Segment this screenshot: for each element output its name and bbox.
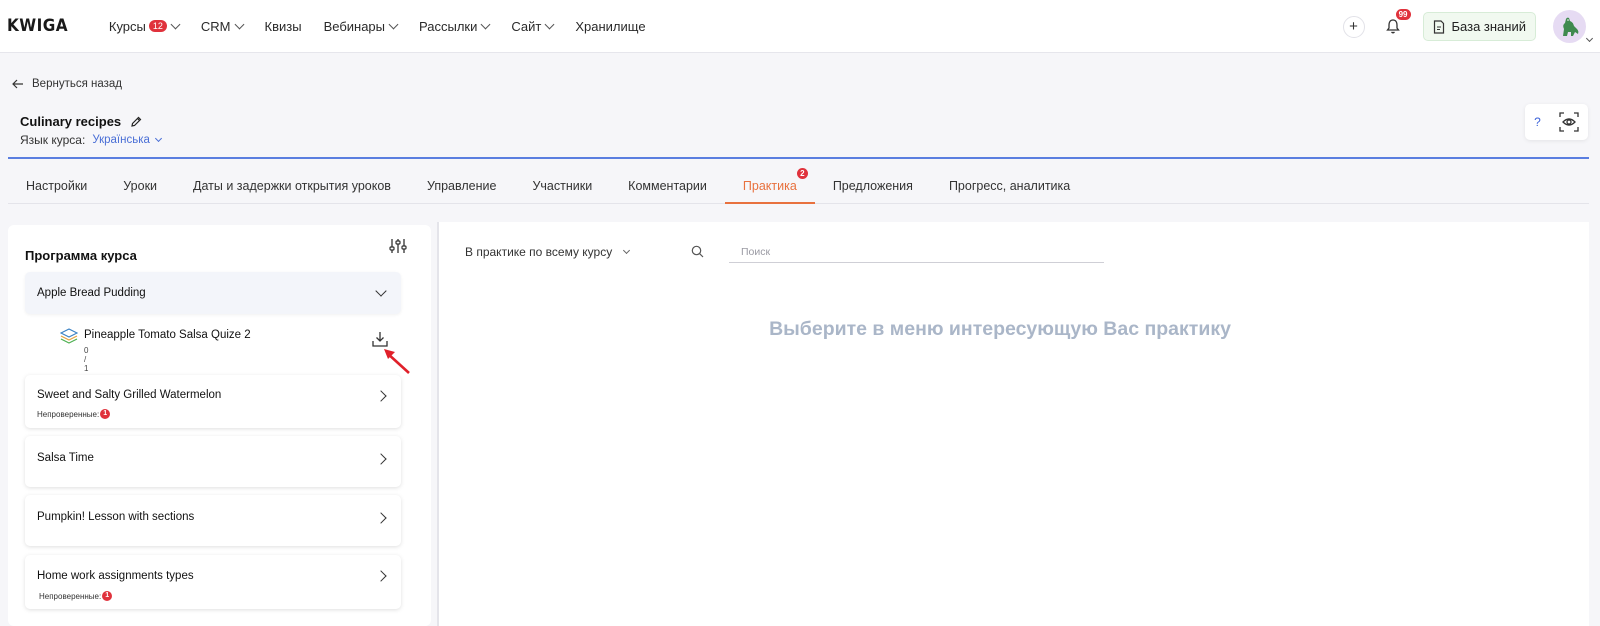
chevron-down-icon — [1585, 34, 1594, 43]
preview-eye-icon[interactable] — [1559, 112, 1579, 132]
practice-scope-label: В практике по всему курсу — [465, 245, 613, 259]
lesson-name: Pumpkin! Lesson with sections — [37, 511, 195, 523]
program-title: Программа курса — [25, 248, 137, 263]
arrow-left-icon — [12, 79, 23, 89]
course-title-text: Culinary recipes — [20, 114, 122, 129]
avatar[interactable] — [1553, 10, 1594, 43]
lesson-item-sweet-salty-watermelon[interactable]: Sweet and Salty Grilled Watermelon Непро… — [25, 375, 401, 428]
menu-item-courses[interactable]: Курсы 12 — [108, 18, 181, 34]
practice-scope-select[interactable]: В практике по всему курсу — [465, 245, 631, 259]
lesson-name: Salsa Time — [37, 452, 94, 464]
menu-item-label: Курсы — [108, 18, 146, 34]
chevron-right-icon — [375, 390, 387, 402]
unchecked-label: Непроверенные: — [39, 591, 102, 601]
menu-item-label: Квизы — [264, 18, 302, 34]
tab-comments[interactable]: Комментарии — [610, 170, 725, 204]
menu-item-label: Вебинары — [323, 18, 386, 34]
practice-name: Pineapple Tomato Salsa Quize 2 — [84, 329, 251, 341]
chevron-down-icon — [154, 134, 162, 142]
pencil-icon[interactable] — [130, 116, 142, 128]
notifications-badge: 99 — [1395, 8, 1411, 20]
back-label: Вернуться назад — [32, 78, 122, 90]
logo[interactable]: KWIGA — [7, 16, 68, 36]
tab-management[interactable]: Управление — [409, 170, 515, 204]
courses-count-badge: 12 — [148, 20, 167, 32]
tab-settings[interactable]: Настройки — [8, 170, 105, 204]
chevron-down-icon — [480, 19, 491, 29]
knowledge-base-label: База знаний — [1451, 19, 1527, 34]
document-icon — [1433, 19, 1444, 34]
tab-practice[interactable]: Практика 2 — [724, 168, 815, 204]
header-divider — [8, 157, 1589, 159]
back-link[interactable]: Вернуться назад — [12, 78, 122, 90]
tab-progress-analytics[interactable]: Прогресс, аналитика — [931, 170, 1088, 204]
tab-lessons[interactable]: Уроки — [105, 170, 175, 204]
search-icon — [691, 245, 704, 258]
unchecked-label: Непроверенные: — [37, 409, 100, 419]
lesson-item-apple-bread-pudding[interactable]: Apple Bread Pudding — [25, 272, 401, 314]
unchecked-indicator: Непроверенные: 1 — [39, 591, 113, 601]
menu-item-label: Сайт — [511, 18, 542, 34]
menu-item-label: Рассылки — [419, 18, 478, 34]
menu-item-label: CRM — [200, 18, 231, 34]
unchecked-count-badge: 1 — [102, 591, 113, 601]
tab-offers[interactable]: Предложения — [815, 170, 931, 204]
course-language-select[interactable]: Українська — [92, 134, 150, 146]
chevron-down-icon — [388, 19, 399, 29]
menu-item-site[interactable]: Сайт — [511, 18, 555, 34]
top-navbar: KWIGA Курсы 12 CRM Квизы Вебинары Рассыл… — [0, 0, 1600, 53]
dinosaur-icon — [1562, 17, 1578, 36]
lesson-item-salsa-time[interactable]: Salsa Time — [25, 436, 401, 487]
practice-count: 0 / 1 — [84, 346, 89, 373]
main-menu: Курсы 12 CRM Квизы Вебинары Рассылки Сай… — [109, 19, 668, 34]
unchecked-indicator: Непроверенные: 1 — [37, 409, 111, 419]
lesson-item-home-work-types[interactable]: Home work assignments types Непроверенны… — [25, 555, 401, 609]
lesson-name: Apple Bread Pudding — [37, 287, 146, 299]
menu-item-storage[interactable]: Хранилище — [575, 19, 645, 34]
menu-item-label: Хранилище — [575, 18, 646, 34]
lesson-item-pumpkin[interactable]: Pumpkin! Lesson with sections — [25, 495, 401, 546]
nav-right-actions: + 99 База знаний — [1342, 0, 1600, 53]
menu-item-crm[interactable]: CRM — [200, 18, 244, 34]
tab-dates-delays[interactable]: Даты и задержки открытия уроков — [175, 170, 409, 204]
course-program-panel: Программа курса Apple Bread Pudding Pine… — [8, 225, 431, 626]
tab-label: Практика — [742, 179, 797, 193]
empty-state-message: Выберите в меню интересующую Вас практик… — [769, 318, 1231, 340]
course-language-label: Язык курса: — [20, 133, 86, 147]
chevron-down-icon — [544, 19, 555, 29]
chevron-down-icon — [234, 19, 244, 29]
help-tools: ? — [1525, 104, 1588, 140]
chevron-right-icon — [375, 512, 387, 524]
pointer-arrow-icon — [384, 349, 410, 374]
menu-item-mailings[interactable]: Рассылки — [419, 18, 491, 34]
unchecked-count-badge: 1 — [100, 409, 111, 419]
layers-icon — [60, 328, 78, 344]
lesson-name: Home work assignments types — [37, 570, 194, 582]
chevron-down-icon — [170, 19, 181, 29]
practice-panel: В практике по всему курсу Выберите в мен… — [437, 222, 1589, 626]
chevron-right-icon — [375, 453, 387, 465]
search-input[interactable] — [729, 241, 1104, 263]
course-tabs: Настройки Уроки Даты и задержки открытия… — [8, 168, 1589, 204]
tab-participants[interactable]: Участники — [514, 170, 610, 204]
chevron-down-icon[interactable] — [375, 285, 387, 297]
practice-count-badge: 2 — [796, 168, 808, 179]
notifications-button[interactable]: 99 — [1381, 8, 1411, 39]
menu-item-quizzes[interactable]: Квизы — [265, 19, 302, 34]
menu-item-webinars[interactable]: Вебинары — [323, 18, 399, 34]
knowledge-base-button[interactable]: База знаний — [1422, 12, 1536, 41]
help-button[interactable]: ? — [1534, 115, 1541, 129]
filter-settings-icon[interactable] — [389, 237, 407, 255]
chevron-down-icon — [623, 246, 631, 255]
add-button[interactable]: + — [1342, 15, 1365, 38]
chevron-right-icon — [375, 570, 387, 582]
course-title: Culinary recipes — [20, 114, 142, 129]
lesson-name: Sweet and Salty Grilled Watermelon — [37, 389, 222, 401]
bell-icon — [1385, 19, 1400, 34]
course-language-row: Язык курса: Українська — [20, 133, 162, 147]
